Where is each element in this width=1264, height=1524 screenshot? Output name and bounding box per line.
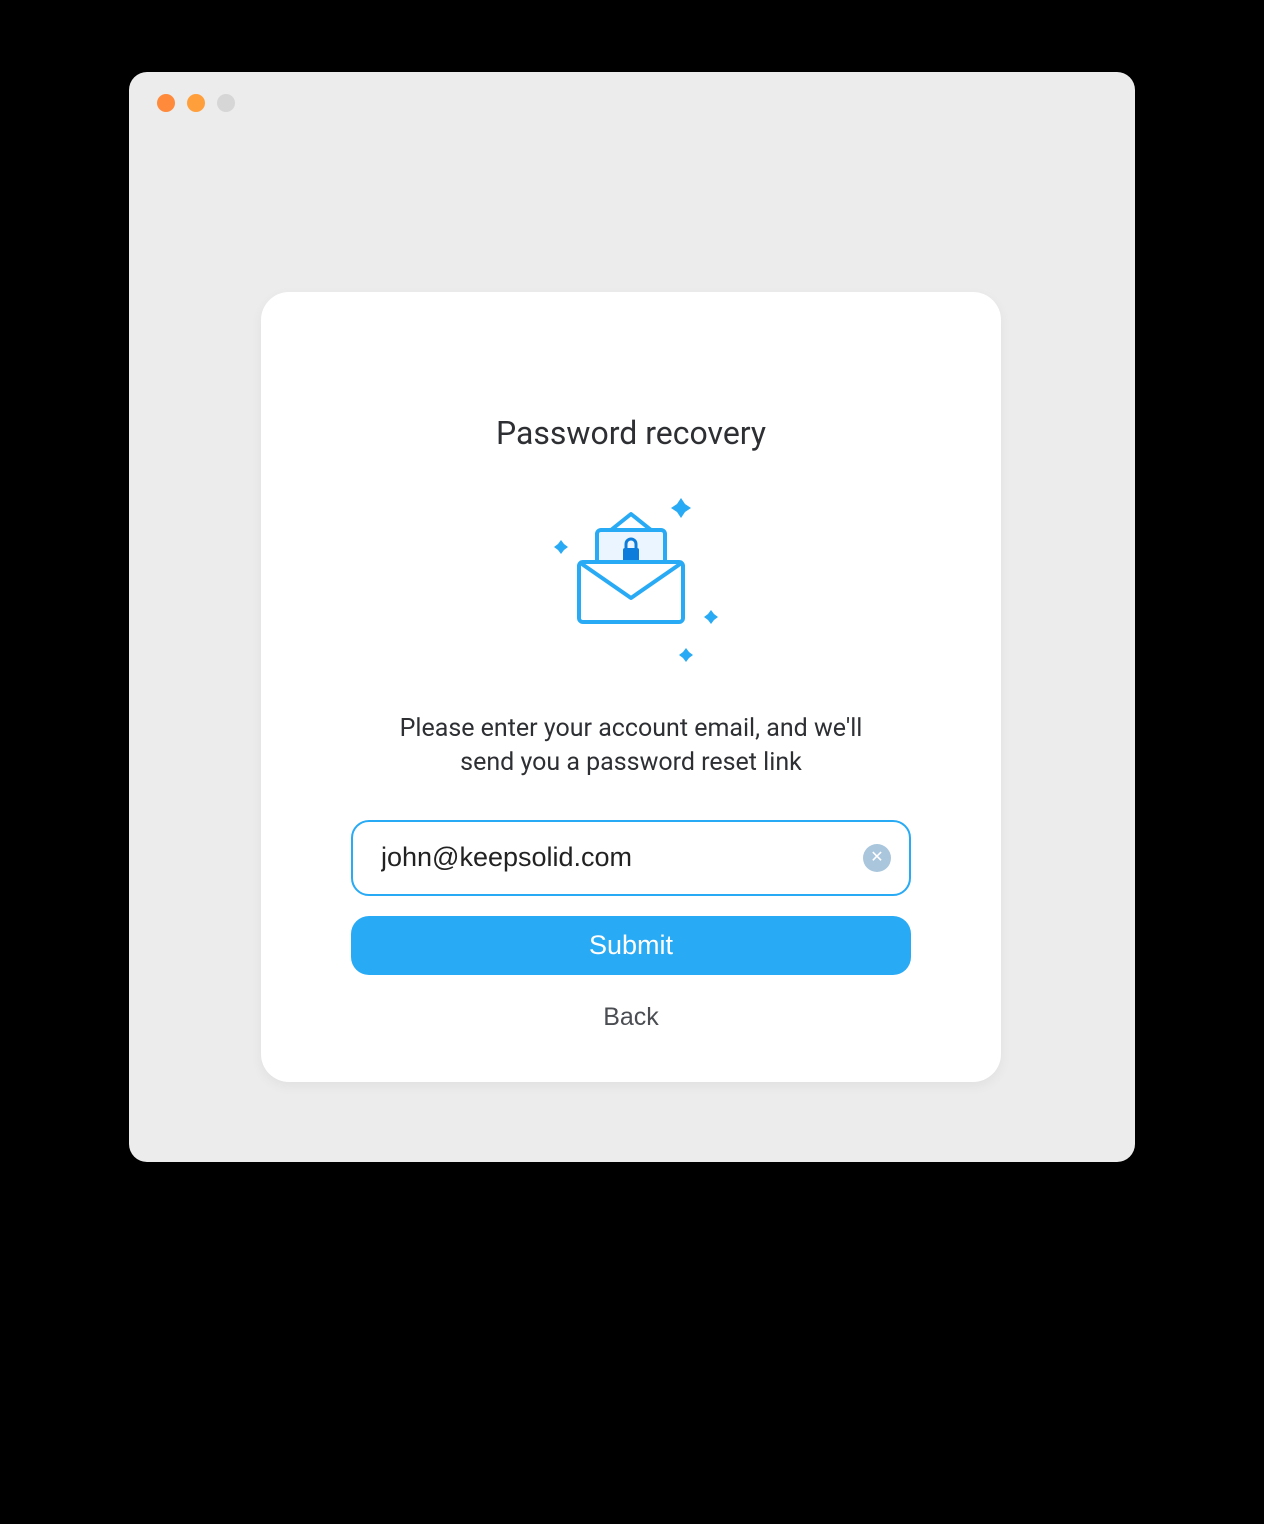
zoom-window-button[interactable]	[217, 94, 235, 112]
clear-input-button[interactable]: ✕	[863, 844, 891, 872]
envelope-lock-icon	[531, 490, 731, 670]
close-icon: ✕	[870, 849, 883, 866]
submit-button[interactable]: Submit	[351, 916, 911, 976]
close-window-button[interactable]	[157, 94, 175, 112]
app-window: Password recovery	[129, 72, 1135, 1162]
dialog-title: Password recovery	[496, 414, 766, 452]
dialog-instruction: Please enter your account email, and we'…	[371, 712, 891, 780]
password-recovery-card: Password recovery	[261, 292, 1001, 1082]
email-field-wrap: ✕	[351, 820, 911, 896]
minimize-window-button[interactable]	[187, 94, 205, 112]
email-input[interactable]	[351, 820, 911, 896]
back-button[interactable]: Back	[603, 1003, 659, 1032]
window-controls	[157, 94, 235, 112]
